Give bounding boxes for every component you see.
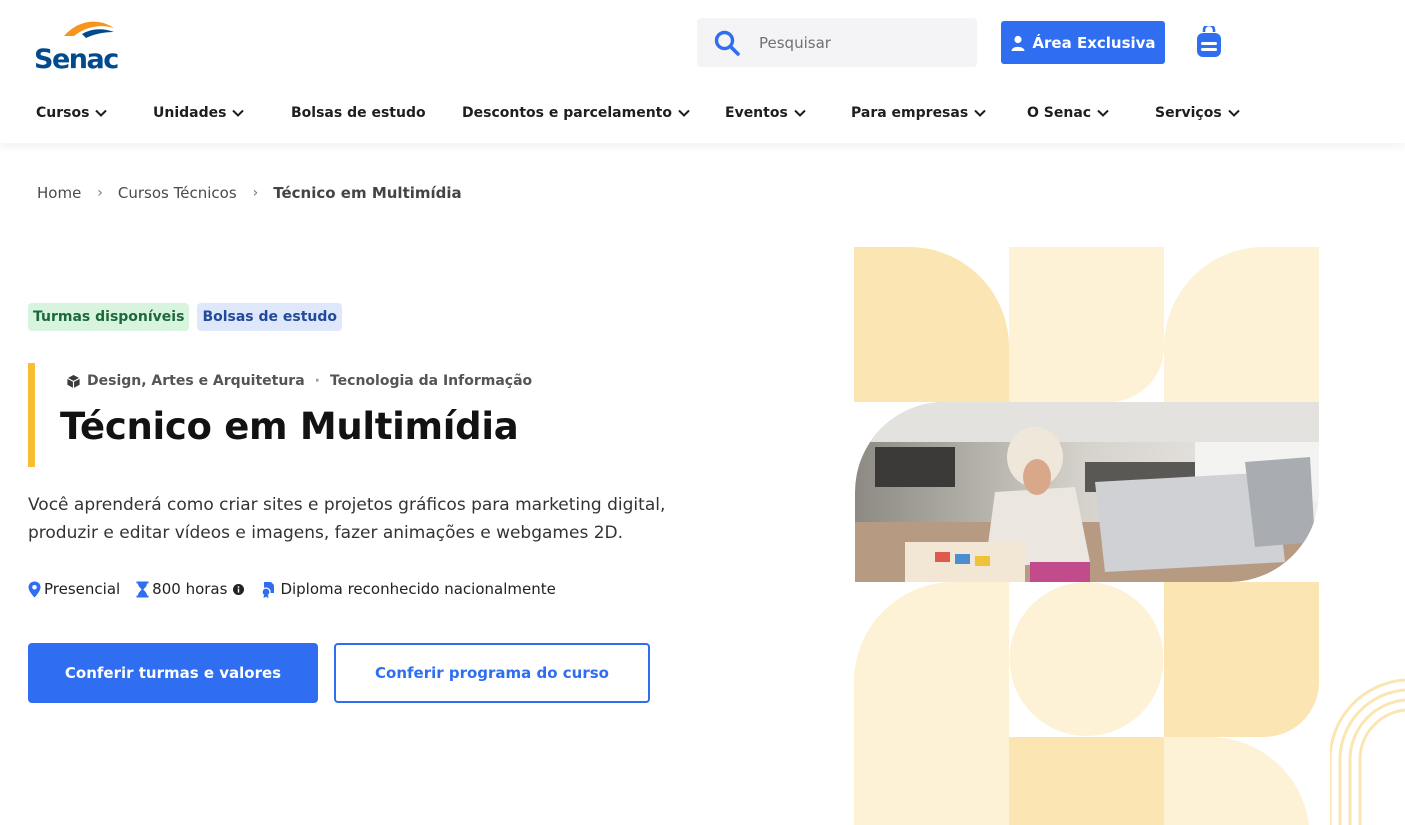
area-design: Design, Artes e Arquitetura — [87, 373, 305, 389]
chevron-down-icon — [678, 109, 690, 117]
nav-label: Cursos — [36, 105, 90, 121]
chevron-down-icon — [974, 109, 986, 117]
feature-modality-label: Presencial — [44, 580, 121, 598]
course-areas: Design, Artes e Arquitetura · Tecnologia… — [66, 373, 532, 389]
search-input[interactable] — [759, 33, 949, 52]
chevron-down-icon — [95, 109, 108, 117]
conferir-turmas-button[interactable]: Conferir turmas e valores — [28, 643, 318, 703]
user-icon — [1011, 35, 1025, 51]
course-photo — [855, 402, 1319, 582]
conferir-programa-button[interactable]: Conferir programa do curso — [334, 643, 650, 703]
nav-item-unidades[interactable]: Unidades — [153, 105, 245, 121]
nav-item-bolsas[interactable]: Bolsas de estudo — [291, 105, 426, 121]
nav-item-servicos[interactable]: Serviços — [1155, 105, 1241, 121]
photo-illustration — [855, 402, 1319, 582]
logo-text: Senac — [34, 44, 119, 75]
nav-label: Descontos e parcelamento — [462, 105, 672, 121]
separator-dot: · — [314, 373, 320, 389]
feature-diploma: Diploma reconhecido nacionalmente — [260, 580, 556, 598]
course-features: Presencial 800 horas Diploma reconhecido… — [28, 580, 572, 598]
chevron-right-icon: › — [252, 185, 259, 201]
feature-hours: 800 horas — [136, 580, 245, 598]
location-pin-icon — [28, 581, 41, 597]
senac-logo[interactable]: Senac — [34, 14, 126, 75]
tag-turmas-disponiveis: Turmas disponíveis — [28, 303, 190, 331]
nav-label: Unidades — [153, 105, 227, 121]
nav-item-o-senac[interactable]: O Senac — [1027, 105, 1110, 121]
tag-bolsas-de-estudo: Bolsas de estudo — [197, 303, 343, 331]
nav-item-cursos[interactable]: Cursos — [36, 105, 108, 121]
breadcrumb: Home › Cursos Técnicos › Técnico em Mult… — [37, 184, 462, 202]
feature-modality: Presencial — [28, 580, 120, 598]
area-exclusiva-label: Área Exclusiva — [1032, 33, 1156, 52]
chevron-down-icon — [794, 109, 806, 117]
course-title-block: Design, Artes e Arquitetura · Tecnologia… — [28, 363, 728, 467]
feature-diploma-label: Diploma reconhecido nacionalmente — [280, 580, 556, 598]
backpack-icon[interactable] — [1195, 26, 1223, 58]
breadcrumb-cursos-tecnicos[interactable]: Cursos Técnicos — [118, 184, 237, 202]
course-title: Técnico em Multimídia — [60, 405, 519, 448]
course-tags: Turmas disponíveis Bolsas de estudo — [28, 303, 343, 331]
nav-item-eventos[interactable]: Eventos — [725, 105, 807, 121]
nav-label: Para empresas — [851, 105, 969, 121]
chevron-right-icon: › — [97, 185, 103, 201]
chevron-down-icon — [1097, 109, 1109, 117]
nav-label: O Senac — [1027, 105, 1092, 121]
nav-item-descontos[interactable]: Descontos e parcelamento — [462, 105, 691, 121]
site-header: Senac Área Exclusiva Cursos Unidades B — [0, 0, 1405, 143]
breadcrumb-current: Técnico em Multimídia — [273, 184, 462, 202]
feature-hours-label: 800 horas — [152, 580, 228, 598]
cube-icon — [67, 374, 80, 388]
diploma-icon — [261, 581, 275, 598]
decorative-rings — [1330, 678, 1405, 825]
nav-item-para-empresas[interactable]: Para empresas — [851, 105, 987, 121]
course-description: Você aprenderá como criar sites e projet… — [28, 495, 666, 543]
chevron-down-icon — [1227, 109, 1240, 117]
breadcrumb-home[interactable]: Home — [37, 184, 81, 202]
nav-label: Serviços — [1155, 105, 1222, 121]
search-bar[interactable] — [697, 18, 977, 67]
nav-label: Bolsas de estudo — [291, 105, 426, 121]
nav-label: Eventos — [725, 105, 788, 121]
chevron-down-icon — [232, 109, 245, 117]
hourglass-icon — [136, 581, 149, 597]
info-icon[interactable] — [233, 583, 245, 595]
search-icon[interactable] — [713, 29, 741, 57]
area-ti: Tecnologia da Informação — [329, 373, 533, 389]
area-exclusiva-button[interactable]: Área Exclusiva — [1001, 21, 1165, 64]
